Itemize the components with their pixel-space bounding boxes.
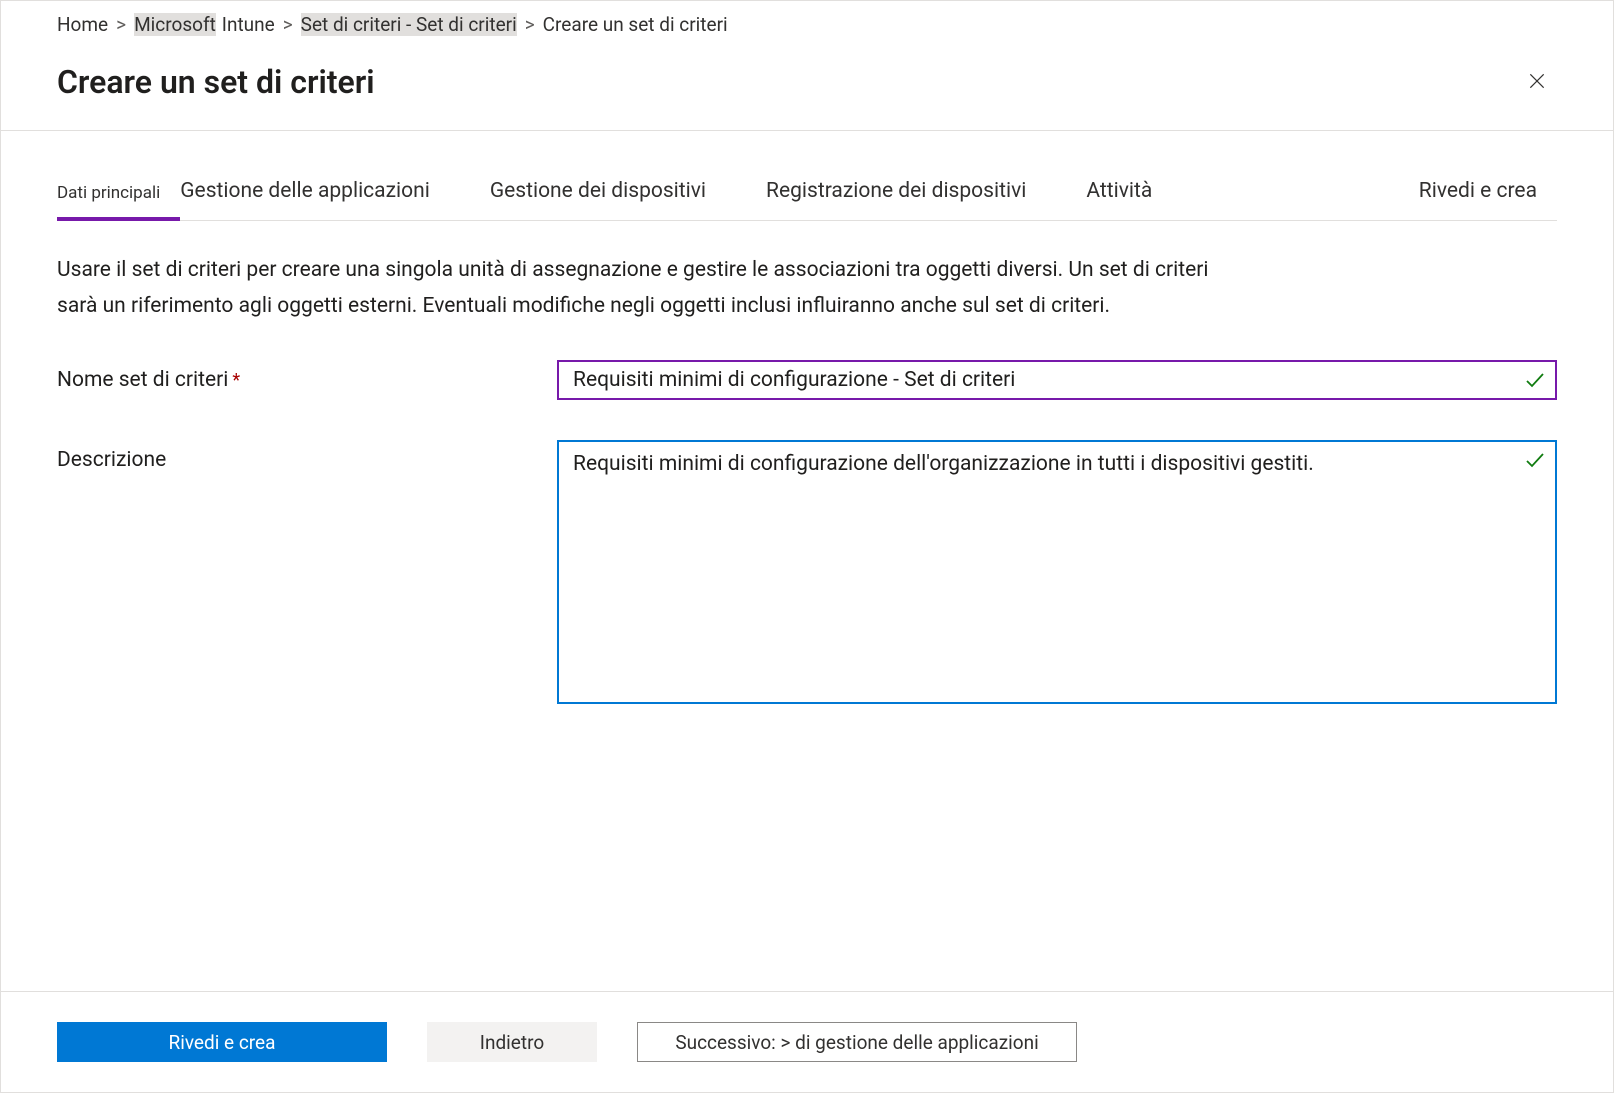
review-create-button[interactable]: Rivedi e crea [57, 1022, 387, 1062]
required-indicator: * [232, 370, 240, 391]
breadcrumb-intune[interactable]: Intune [222, 13, 275, 36]
policy-set-name-input[interactable] [557, 360, 1557, 400]
field-policy-set-name [557, 360, 1557, 400]
back-button[interactable]: Indietro [427, 1022, 597, 1062]
breadcrumb-policy-sets[interactable]: Set di criteri - Set di criteri [301, 13, 517, 36]
close-icon [1527, 71, 1547, 94]
form: Nome set di criteri* Descrizione [57, 360, 1557, 708]
field-description [557, 440, 1557, 708]
tab-basics[interactable]: Dati principali [57, 183, 180, 221]
tab-device-enrollment[interactable]: Registrazione dei dispositivi [766, 179, 1046, 221]
tab-app-management[interactable]: Gestione delle applicazioni [180, 179, 450, 221]
content-area: Dati principali Gestione delle applicazi… [1, 131, 1613, 991]
breadcrumb: Home > Microsoft Intune > Set di criteri… [1, 1, 1613, 46]
tab-review-create[interactable]: Rivedi e crea [1419, 179, 1557, 221]
close-button[interactable] [1517, 62, 1557, 102]
breadcrumb-home[interactable]: Home [57, 13, 108, 36]
next-button[interactable]: Successivo: > di gestione delle applicaz… [637, 1022, 1077, 1062]
tab-device-management[interactable]: Gestione dei dispositivi [490, 179, 726, 221]
breadcrumb-sep: > [116, 13, 126, 36]
wizard-tabs: Dati principali Gestione delle applicazi… [57, 179, 1557, 221]
page-title: Creare un set di criteri [57, 63, 375, 101]
breadcrumb-current: Creare un set di criteri [543, 13, 728, 36]
description-textarea[interactable] [557, 440, 1557, 704]
breadcrumb-sep: > [283, 13, 293, 36]
breadcrumb-microsoft[interactable]: Microsoft [134, 13, 216, 36]
breadcrumb-sep: > [525, 13, 535, 36]
tab-activity[interactable]: Attività [1086, 179, 1172, 221]
row-policy-set-name: Nome set di criteri* [57, 360, 1557, 400]
page-header: Creare un set di criteri [1, 46, 1613, 130]
label-policy-set-name: Nome set di criteri* [57, 360, 557, 392]
label-description: Descrizione [57, 440, 557, 472]
row-description: Descrizione [57, 440, 1557, 708]
intro-text: Usare il set di criteri per creare una s… [57, 253, 1237, 324]
footer-actions: Rivedi e crea Indietro Successivo: > di … [1, 991, 1613, 1092]
